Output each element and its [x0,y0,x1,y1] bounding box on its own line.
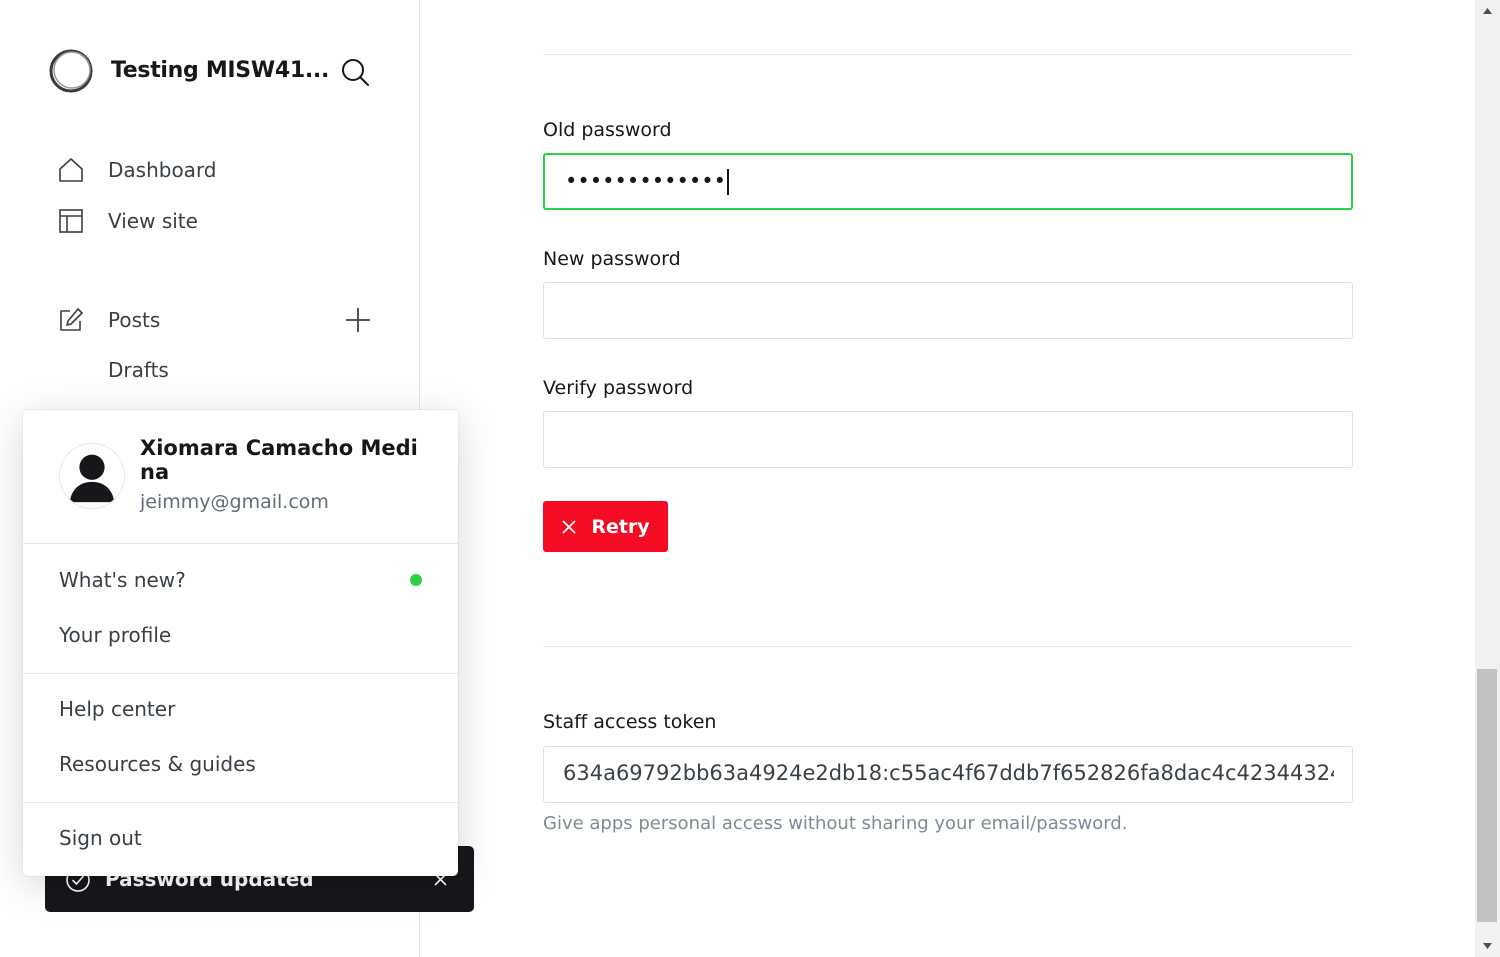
menu-item-help-center[interactable]: Help center [59,697,175,721]
menu-item-sign-out[interactable]: Sign out [59,826,142,850]
nav-item-view-site[interactable]: View site [58,208,198,234]
nav-label-dashboard: Dashboard [108,158,217,182]
layout-icon [59,209,83,233]
retry-button[interactable]: Retry [543,501,668,552]
menu-item-whats-new[interactable]: What's new? [59,568,186,592]
scroll-down-arrow-icon[interactable] [1475,935,1500,957]
verify-password-field[interactable] [543,411,1353,468]
old-password-value: ••••••••••••• [565,169,730,195]
nav-label-view-site: View site [108,209,198,233]
user-icon [69,454,115,503]
nav-item-dashboard[interactable]: Dashboard [58,157,217,183]
nav-item-drafts[interactable]: Drafts [108,358,169,382]
nav-label-posts: Posts [108,308,161,332]
close-icon [562,519,576,534]
site-title: Testing MISW41... [111,58,330,83]
scrollbar[interactable] [1475,0,1500,957]
new-password-field[interactable] [543,282,1353,339]
verify-password-label: Verify password [543,377,694,399]
new-password-label: New password [543,248,681,270]
avatar [59,443,125,509]
old-password-label: Old password [543,119,672,141]
section-divider [543,646,1353,647]
scroll-up-arrow-icon[interactable] [1475,0,1500,22]
menu-divider [23,673,458,674]
menu-divider [23,543,458,544]
old-password-field[interactable]: ••••••••••••• [543,153,1353,210]
site-logo-icon [49,49,93,93]
brand[interactable]: Testing MISW41... [48,48,329,94]
menu-item-your-profile[interactable]: Your profile [59,623,171,647]
user-menu: Xiomara Camacho Medina jeimmy@gmail.com … [23,410,458,876]
staff-token-value: 634a69792bb63a4924e2db18:c55ac4f67ddb7f6… [563,761,1334,785]
token-label: Staff access token [543,711,717,733]
nav-item-posts[interactable]: Posts [58,307,160,333]
new-indicator-dot [410,574,422,586]
menu-divider [23,802,458,803]
staff-token-field[interactable]: 634a69792bb63a4924e2db18:c55ac4f67ddb7f6… [543,746,1353,803]
text-caret [727,169,730,195]
scrollbar-thumb[interactable] [1477,669,1497,922]
search-icon[interactable] [340,57,370,87]
home-icon [59,158,83,182]
token-help-text: Give apps personal access without sharin… [543,813,1128,834]
user-email: jeimmy@gmail.com [140,491,329,513]
section-divider [543,54,1353,55]
edit-icon [60,308,83,331]
add-post-icon[interactable] [344,306,372,334]
user-name: Xiomara Camacho Medina [140,436,418,484]
menu-item-resources[interactable]: Resources & guides [59,752,256,776]
retry-label: Retry [591,515,650,538]
